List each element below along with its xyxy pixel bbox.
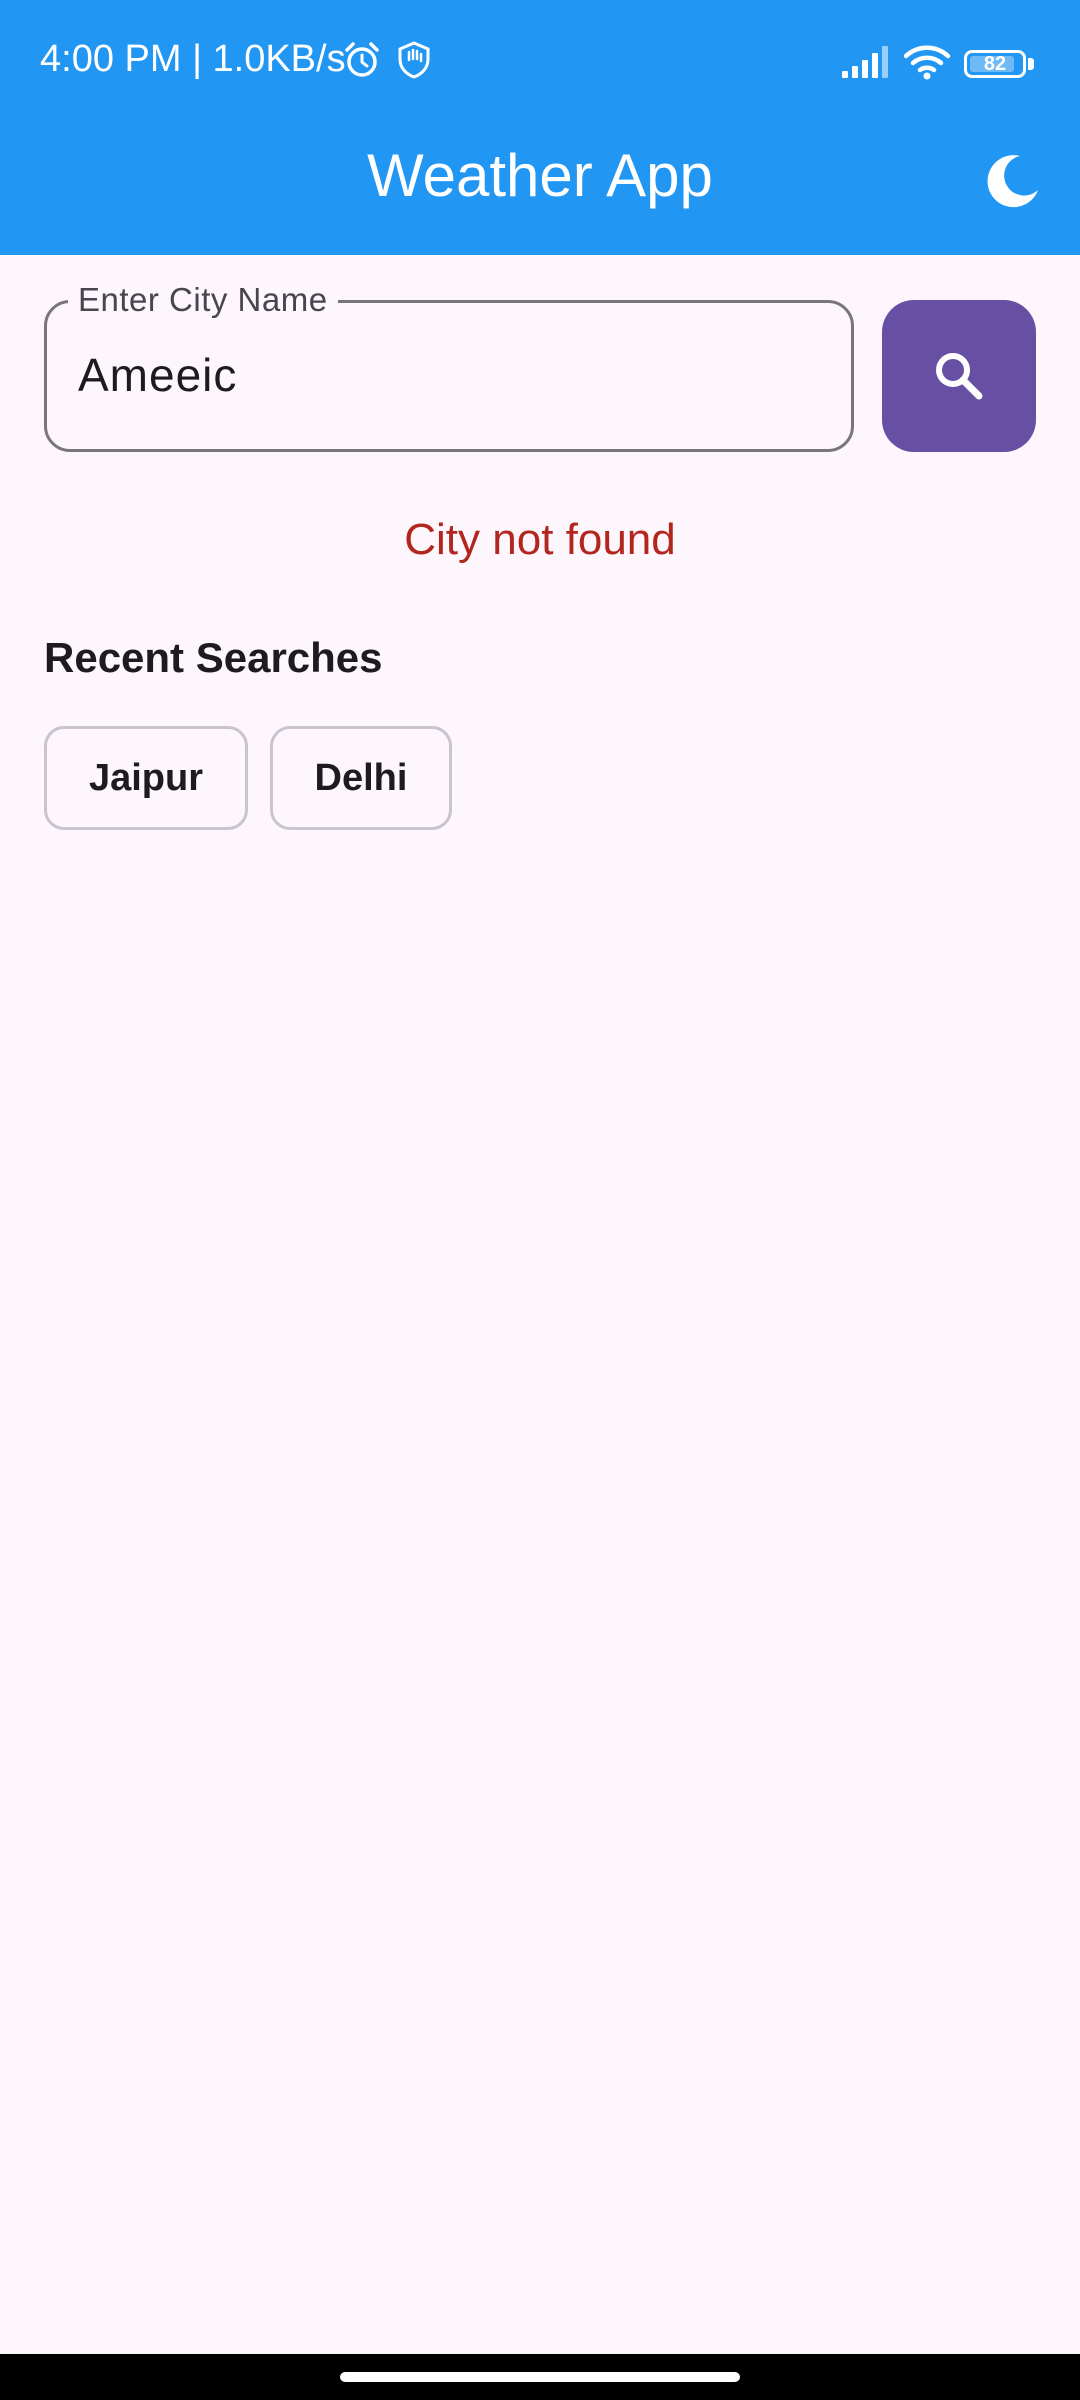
city-input-value[interactable]: Ameeic: [78, 345, 237, 405]
recent-chip-delhi[interactable]: Delhi: [270, 726, 452, 830]
wifi-icon: [903, 45, 951, 80]
home-indicator[interactable]: [340, 2372, 740, 2382]
battery-level: 82: [983, 53, 1007, 75]
city-field-label: Enter City Name: [68, 280, 338, 320]
recent-searches-title: Recent Searches: [44, 634, 383, 681]
moon-icon[interactable]: [980, 148, 1044, 212]
alarm-icon: [345, 42, 379, 77]
signal-icon: [842, 46, 888, 78]
search-button[interactable]: [882, 300, 1036, 452]
recent-chip-jaipur[interactable]: Jaipur: [44, 726, 248, 830]
battery-nub: [1028, 58, 1034, 70]
status-time: 4:00 PM | 1.0KB/s: [40, 38, 346, 80]
error-message: City not found: [404, 515, 676, 564]
app-title: Weather App: [367, 142, 713, 209]
search-icon: [936, 353, 983, 400]
app-bar: 4:00 PM | 1.0KB/s 82 Weather App: [0, 0, 1080, 255]
shield-hand-icon: [398, 41, 430, 79]
battery-icon: 82: [964, 50, 1026, 78]
